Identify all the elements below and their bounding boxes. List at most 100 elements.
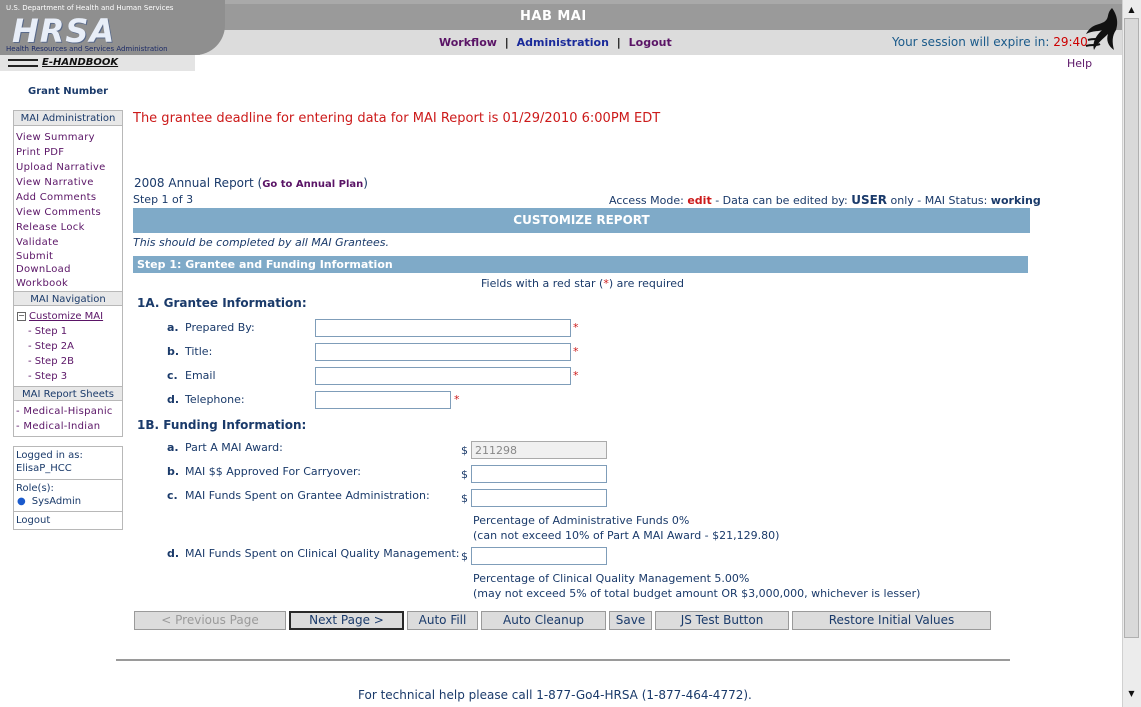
footer-divider <box>116 659 1010 661</box>
mai-status-value: working <box>990 194 1041 207</box>
sidebar-upload-narrative[interactable]: Upload Narrative <box>14 160 122 175</box>
sidebar-print-pdf[interactable]: Print PDF <box>14 145 122 160</box>
logo-subtitle: Health Resources and Services Administra… <box>6 45 168 53</box>
sidebar-validate[interactable]: Validate <box>14 235 122 250</box>
prepared-by-input[interactable] <box>315 319 571 337</box>
admin-percentage-text: Percentage of Administrative Funds 0% <box>473 514 690 527</box>
sidebar-release-lock[interactable]: Release Lock <box>14 220 122 235</box>
cqm-funds-label: MAI Funds Spent on Clinical Quality Mana… <box>185 547 460 560</box>
sidebar-logout-link[interactable]: Logout <box>14 514 122 527</box>
row-letter: a. <box>167 441 179 454</box>
tree-customize-mai-label[interactable]: Customize MAI <box>29 311 103 322</box>
scrollbar-thumb[interactable] <box>1124 18 1139 638</box>
previous-page-button[interactable]: < Previous Page <box>134 611 286 630</box>
telephone-label: Telephone: <box>185 393 245 406</box>
sidebar-download[interactable]: DownLoad <box>14 263 122 277</box>
scroll-down-arrow-icon[interactable]: ▼ <box>1124 686 1139 701</box>
sidebar-submit[interactable]: Submit <box>14 250 122 263</box>
currency-symbol: $ <box>461 550 468 563</box>
nav-administration-link[interactable]: Administration <box>517 36 609 49</box>
role-bullet-icon: ● <box>17 496 26 507</box>
telephone-input[interactable] <box>315 391 451 409</box>
access-user-value: USER <box>851 193 888 207</box>
access-mid-text: - Data can be edited by: <box>715 194 848 207</box>
ehandbook-link[interactable]: E-HANDBOOK <box>42 57 118 68</box>
sidebar-step-1[interactable]: - Step 1 <box>14 324 122 339</box>
js-test-button[interactable]: JS Test Button <box>655 611 789 630</box>
header-title-strip <box>200 4 1122 30</box>
sidebar-mai-admin: MAI Administration View Summary Print PD… <box>13 110 123 437</box>
session-timer: Your session will expire in: 29:40 <box>892 35 1088 49</box>
step-indicator: Step 1 of 3 <box>133 193 194 206</box>
required-star-icon: * <box>573 369 579 382</box>
app-title: HAB MAI <box>520 9 587 24</box>
mai-admin-header: MAI Administration <box>14 111 122 126</box>
currency-symbol: $ <box>461 492 468 505</box>
customize-report-bar: CUSTOMIZE REPORT <box>133 208 1030 233</box>
logo-dept-text: U.S. Department of Health and Human Serv… <box>6 4 174 12</box>
row-letter: c. <box>167 369 178 382</box>
sidebar-step-2b[interactable]: - Step 2B <box>14 354 122 369</box>
sidebar-workbook[interactable]: Workbook <box>14 277 122 291</box>
carryover-label: MAI $$ Approved For Carryover: <box>185 465 362 478</box>
sidebar-add-comments[interactable]: Add Comments <box>14 190 122 205</box>
auto-fill-button[interactable]: Auto Fill <box>407 611 478 630</box>
part-a-award-input <box>471 441 607 459</box>
help-link[interactable]: Help <box>1067 57 1092 70</box>
sidebar-view-comments[interactable]: View Comments <box>14 205 122 220</box>
nav-workflow-link[interactable]: Workflow <box>439 36 497 49</box>
step1-section-bar: Step 1: Grantee and Funding Information <box>133 256 1028 273</box>
report-title-text: 2008 Annual Report <box>134 176 254 190</box>
row-letter: c. <box>167 489 178 502</box>
tree-collapse-icon[interactable]: − <box>17 311 26 321</box>
email-label: Email <box>185 369 216 382</box>
mai-report-sheets-header: MAI Report Sheets <box>14 386 122 401</box>
part-a-award-label: Part A MAI Award: <box>185 441 283 454</box>
deadline-alert: The grantee deadline for entering data f… <box>133 111 661 126</box>
tree-customize-mai[interactable]: − Customize MAI <box>14 309 122 324</box>
scroll-up-arrow-icon[interactable]: ▲ <box>1124 2 1139 17</box>
row-letter: b. <box>167 465 180 478</box>
sidebar-step-2a[interactable]: - Step 2A <box>14 339 122 354</box>
plan-link-close-paren: ) <box>363 176 368 190</box>
required-fields-note: Fields with a red star (*) are required <box>481 277 684 290</box>
grantee-admin-funds-input[interactable] <box>471 489 607 507</box>
mai-navigation-header: MAI Navigation <box>14 291 122 306</box>
funding-info-heading: 1B. Funding Information: <box>137 418 307 432</box>
email-input[interactable] <box>315 367 571 385</box>
cqm-funds-input[interactable] <box>471 547 607 565</box>
sidebar-view-narrative[interactable]: View Narrative <box>14 175 122 190</box>
save-button[interactable]: Save <box>609 611 652 630</box>
access-label: Access Mode: <box>609 194 684 207</box>
admin-limit-text: (can not exceed 10% of Part A MAI Award … <box>473 529 780 542</box>
cqm-percentage-text: Percentage of Clinical Quality Managemen… <box>473 572 750 585</box>
row-letter: d. <box>167 393 180 406</box>
session-label: Your session will expire in: <box>892 35 1050 49</box>
nav-logout-link[interactable]: Logout <box>629 36 672 49</box>
ehandbook-lines-icon <box>8 59 38 67</box>
logged-in-label: Logged in as: <box>16 450 83 461</box>
auto-cleanup-button[interactable]: Auto Cleanup <box>481 611 606 630</box>
title-input[interactable] <box>315 343 571 361</box>
cqm-funds-note: Percentage of Clinical Quality Managemen… <box>473 571 920 601</box>
row-letter: d. <box>167 547 180 560</box>
sidebar-medical-indian[interactable]: - Medical-Indian <box>14 419 122 434</box>
access-only-text: only - MAI Status: <box>890 194 988 207</box>
sidebar-medical-hispanic[interactable]: - Medical-Hispanic <box>14 404 122 419</box>
role-item: ● SysAdmin <box>14 495 122 508</box>
sidebar-view-summary[interactable]: View Summary <box>14 130 122 145</box>
username: ElisaP_HCC <box>16 463 72 474</box>
restore-initial-values-button[interactable]: Restore Initial Values <box>792 611 991 630</box>
hhs-eagle-icon <box>1085 8 1118 50</box>
carryover-input[interactable] <box>471 465 607 483</box>
sidebar-step-3[interactable]: - Step 3 <box>14 369 122 384</box>
completion-note: This should be completed by all MAI Gran… <box>133 236 389 249</box>
grantee-info-heading: 1A. Grantee Information: <box>137 296 307 310</box>
nav-separator: | <box>504 36 509 49</box>
technical-help-text: For technical help please call 1-877-Go4… <box>358 688 752 702</box>
next-page-button[interactable]: Next Page > <box>289 611 404 630</box>
access-mode-value: edit <box>687 194 712 207</box>
admin-funds-note: Percentage of Administrative Funds 0% (c… <box>473 513 779 543</box>
go-to-annual-plan-link[interactable]: Go to Annual Plan <box>262 179 363 190</box>
currency-symbol: $ <box>461 468 468 481</box>
